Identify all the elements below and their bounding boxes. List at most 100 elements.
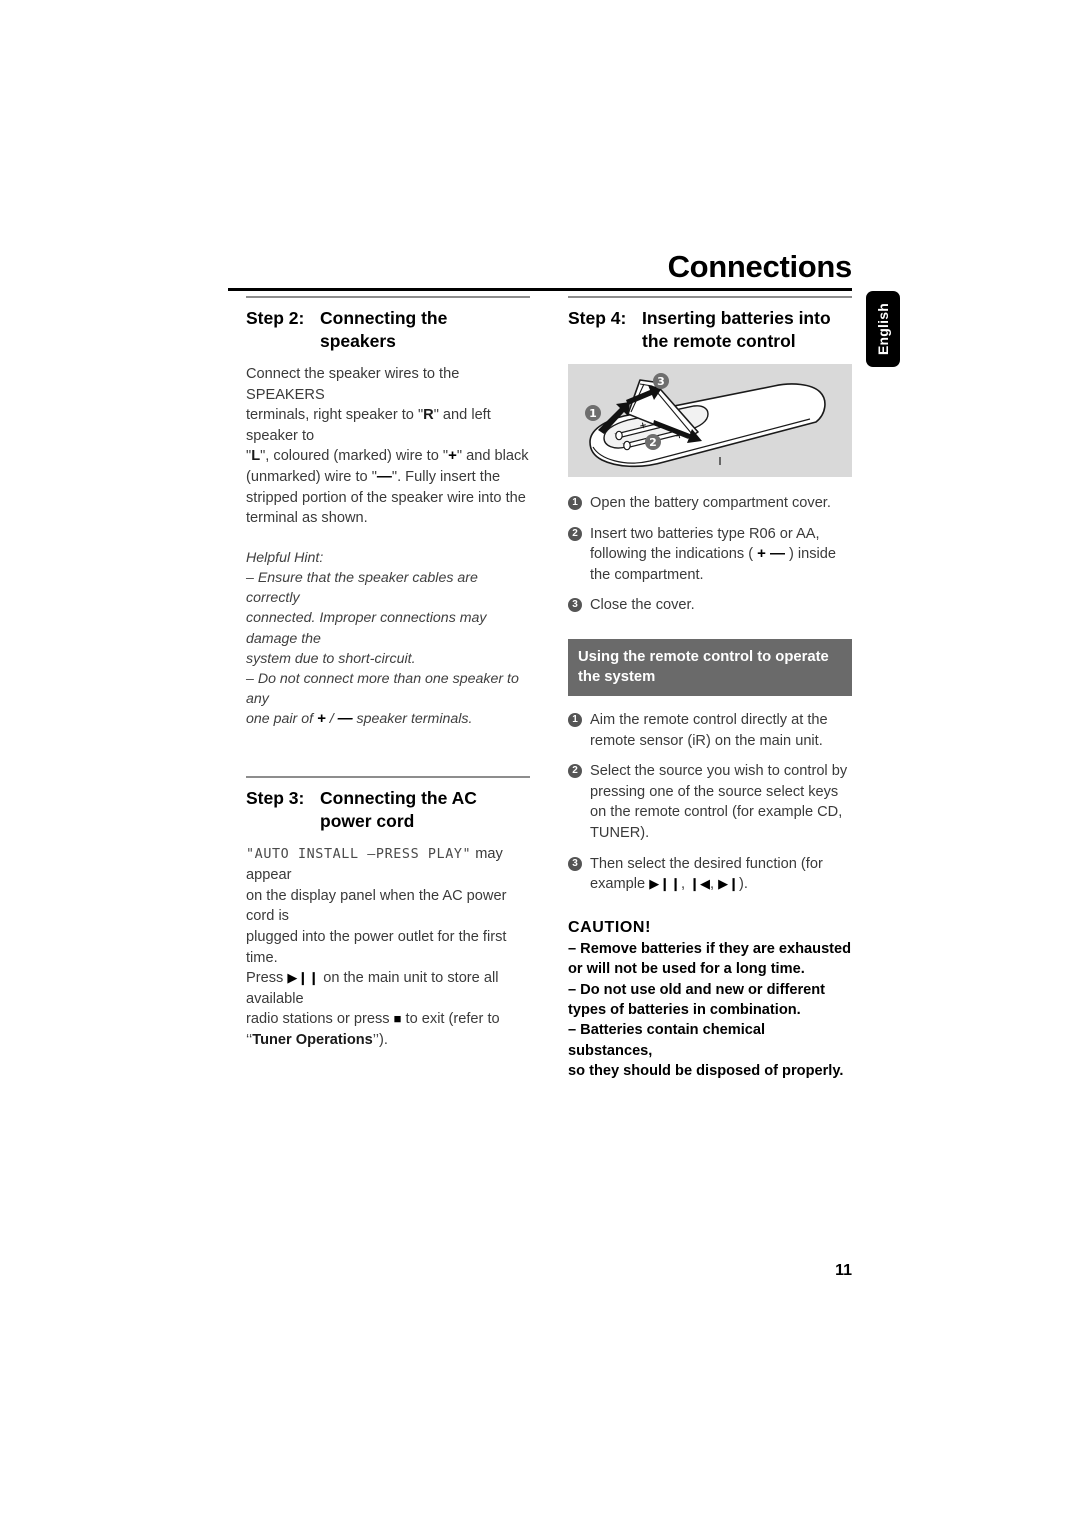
language-tab-label: English [875,303,891,355]
list-item-text: Then select the desired function (for ex… [590,856,823,893]
text-fragment: , [681,876,690,893]
svg-text:2: 2 [649,436,657,449]
list-item-text: Close the cover. [590,597,695,614]
caution-line3: – Do not use old and new or different [568,981,826,998]
subsection-header-line1: Using the remote control to operate [578,648,829,665]
step3-body: "AUTO INSTALL –PRESS PLAY" may appear on… [246,844,530,1051]
left-column: Step 2: Connecting the speakers Connect … [246,296,530,1051]
list-item: 1 Open the battery compartment cover. [568,493,852,514]
list-item: 3 Close the cover. [568,595,852,616]
list-item-text: Open the battery compartment cover. [590,495,831,511]
section-divider-step4 [568,296,852,298]
step3-heading: Step 3: Connecting the AC power cord [246,787,530,833]
text-fragment: radio stations or press [246,1011,394,1028]
caution-line6: so they should be disposed of properly. [568,1063,844,1080]
step2-title-line2: speakers [320,331,396,351]
step4-heading: Step 4: Inserting batteries into the rem… [568,307,852,353]
step2-body-line1: Connect the speaker wires to the SPEAKER… [246,366,460,403]
hint-1-line1: – Ensure that the speaker cables are cor… [246,569,478,607]
step3-body-line3: plugged into the power outlet for the fi… [246,928,507,966]
step3-body-line6: ‘‘Tuner Operations’’). [246,1030,530,1051]
step4-title-line1: Inserting batteries into [642,308,831,328]
step2-body-line5: stripped portion of the speaker wire int… [246,489,526,506]
text-fragment: , [710,876,719,893]
caution-line2: or will not be used for a long time. [568,961,805,978]
remote-control-illustration: + + 1 2 3 [568,364,852,477]
step2-body-line2: terminals, right speaker to "R" and left… [246,405,530,446]
subsection-header-bar: Using the remote control to operate the … [568,638,852,696]
step4-number: Step 4: [568,308,627,328]
terminal-label-l: L [251,448,261,465]
step3-title-line2: power cord [320,810,415,831]
svg-text:1: 1 [589,407,597,420]
text-fragment: " and black [456,448,529,465]
display-panel-text: "AUTO INSTALL –PRESS PLAY" [246,846,472,862]
step2-title: Connecting the speakers [320,307,530,353]
page-title: Connections [667,249,853,284]
hint-2-line2: one pair of + / — speaker terminals. [246,709,530,729]
manual-page: Connections English Step 2: Connecting t… [0,0,1080,1528]
step3-body-line2: on the display panel when the AC power c… [246,887,507,925]
language-tab-english: English [866,291,900,367]
play-pause-icon: ▶❙❙ [649,876,682,892]
text-fragment: speaker terminals. [352,711,473,728]
remote-operation-steps-list: 1 Aim the remote control directly at the… [568,710,852,895]
step2-number: Step 2: [246,308,305,328]
text-fragment: one pair of [246,711,317,728]
step4-title: Inserting batteries into the remote cont… [642,307,852,353]
list-item-text: Insert two batteries type R06 or AA, fol… [590,526,836,583]
caution-line5: – Batteries contain chemical substances, [568,1022,766,1059]
plus-icon: + [448,447,457,465]
list-item-text: Aim the remote control directly at the r… [590,711,828,749]
text-fragment: / [325,711,338,728]
step3-title-line1: Connecting the AC [320,787,477,808]
step-number-badge: 2 [568,764,582,779]
step3-body-line5: radio stations or press ■ to exit (refer… [246,1009,530,1030]
step2-body-line6: terminal as shown. [246,510,368,527]
stop-icon: ■ [393,1011,402,1027]
step-number-badge: 2 [568,526,582,541]
page-number: 11 [835,1262,852,1279]
svg-text:3: 3 [657,375,665,388]
helpful-hint-block: Helpful Hint: – Ensure that the speaker … [246,548,530,730]
step3-body-line4: Press ▶❙❙ on the main unit to store all … [246,968,530,1009]
section-divider-step3 [246,775,530,778]
list-item-text: Select the source you wish to control by… [590,763,848,841]
plus-icon: + [317,710,326,728]
hint-1-line2: connected. Improper connections may dama… [246,610,487,647]
text-fragment: ’’). [372,1031,388,1048]
hint-2-line1: – Do not connect more than one speaker t… [246,670,519,708]
helpful-hint-label: Helpful Hint: [246,549,324,566]
terminal-label-r: R [423,407,434,424]
plus-icon: + [757,545,766,563]
next-track-icon: ▶❙ [718,876,740,892]
step-number-badge: 1 [568,496,582,510]
remote-battery-diagram: + + 1 2 3 [568,364,852,477]
title-divider [228,288,852,291]
text-fragment: terminals, right speaker to " [246,407,424,424]
section-divider-step2 [246,296,530,298]
right-column: Step 4: Inserting batteries into the rem… [568,296,852,1082]
minus-icon: — [376,467,392,485]
list-item: 3 Then select the desired function (for … [568,854,852,895]
step2-body-line4: (unmarked) wire to "—". Fully insert the [246,467,530,488]
list-item: 2 Insert two batteries type R06 or AA, f… [568,524,852,586]
step2-body: Connect the speaker wires to the SPEAKER… [246,364,530,529]
step2-heading: Step 2: Connecting the speakers [246,307,530,353]
step3-number: Step 3: [246,787,305,808]
caution-line4: types of batteries in combination. [568,1001,801,1018]
step4-title-line2: the remote control [642,331,796,351]
subsection-header-line2: the system [578,668,656,685]
step-number-badge: 3 [568,856,582,871]
list-item: 2 Select the source you wish to control … [568,761,852,843]
step2-body-line3: "L", coloured (marked) wire to "+" and b… [246,446,530,467]
play-pause-icon: ▶❙❙ [287,970,320,986]
step-number-badge: 1 [568,712,582,727]
hint-1-line3: system due to short-circuit. [246,650,416,667]
minus-icon: — [337,710,353,728]
text-fragment: (unmarked) wire to " [246,468,377,485]
caution-line1: – Remove batteries if they are exhausted [568,940,852,957]
step3-title: Connecting the AC power cord [320,787,530,833]
text-fragment: to exit (refer to [401,1011,500,1028]
